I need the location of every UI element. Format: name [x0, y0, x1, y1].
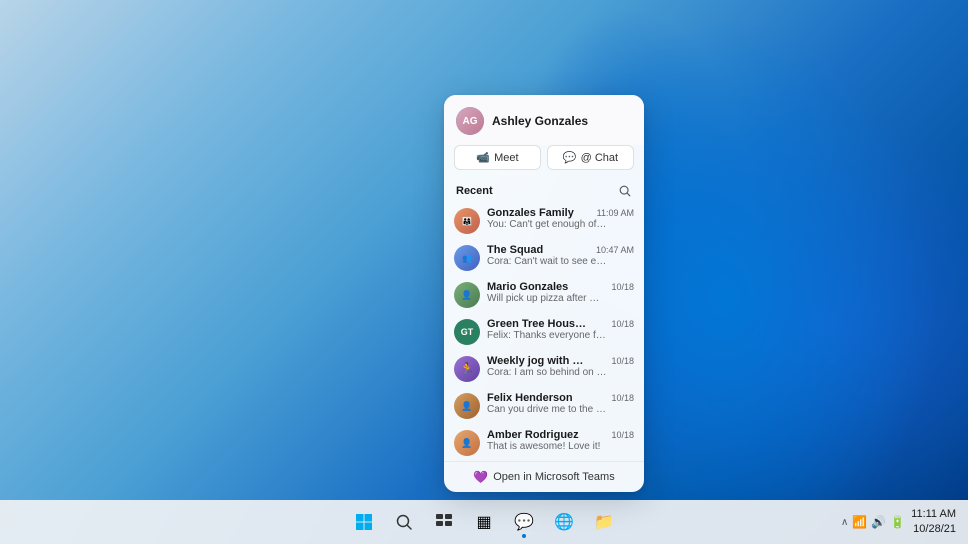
search-taskbar-button[interactable]	[386, 504, 422, 540]
meet-icon: 📹	[476, 151, 490, 164]
recent-section-header: Recent	[444, 180, 644, 202]
contact-list: 👨‍👩‍👧 Gonzales Family 11:09 AM You: Can'…	[444, 202, 644, 461]
battery-icon[interactable]: 🔋	[890, 515, 905, 529]
taskbar-center: ▦ 💬 🌐 📁	[346, 504, 622, 540]
search-taskbar-icon	[395, 513, 413, 531]
chat-icon: 💬	[563, 151, 577, 164]
avatar: GT	[454, 319, 480, 345]
meet-button[interactable]: 📹 Meet	[454, 145, 541, 170]
chevron-icon[interactable]: ∧	[841, 517, 848, 528]
contact-info: Green Tree House PTA 10/18 Felix: Thanks…	[487, 318, 634, 341]
taskbar-right: ∧ 📶 🔊 🔋 11:11 AM 10/28/21	[841, 507, 956, 538]
windows-start-button[interactable]	[346, 504, 382, 540]
chat-taskbar-button[interactable]: 💬	[506, 504, 542, 540]
search-icon[interactable]	[618, 184, 632, 198]
avatar: 🏃	[454, 356, 480, 382]
avatar: 👤	[454, 430, 480, 456]
chat-panel: AG Ashley Gonzales 📹 Meet 💬 @ Chat Recen…	[444, 95, 644, 492]
teams-icon: 💜	[473, 470, 488, 484]
contact-info: Weekly jog with Cora 10/18 Cora: I am so…	[487, 355, 634, 378]
list-item[interactable]: 👨‍👩‍👧 Gonzales Family 11:09 AM You: Can'…	[444, 202, 644, 239]
system-tray: ∧ 📶 🔊 🔋	[841, 515, 905, 529]
avatar: 👥	[454, 245, 480, 271]
desktop: AG Ashley Gonzales 📹 Meet 💬 @ Chat Recen…	[0, 0, 968, 544]
active-indicator	[522, 534, 526, 538]
action-buttons: 📹 Meet 💬 @ Chat	[444, 145, 644, 180]
windows-icon	[355, 513, 373, 531]
list-item[interactable]: 👤 Felix Henderson 10/18 Can you drive me…	[444, 387, 644, 424]
wifi-icon[interactable]: 📶	[852, 515, 867, 529]
footer-label: Open in Microsoft Teams	[493, 471, 614, 483]
avatar: 👤	[454, 393, 480, 419]
widgets-button[interactable]: ▦	[466, 504, 502, 540]
file-explorer-button[interactable]: 📁	[586, 504, 622, 540]
list-item[interactable]: GT Green Tree House PTA 10/18 Felix: Tha…	[444, 313, 644, 350]
contact-info: Gonzales Family 11:09 AM You: Can't get …	[487, 207, 634, 230]
task-view-button[interactable]	[426, 504, 462, 540]
clock[interactable]: 11:11 AM 10/28/21	[911, 507, 956, 538]
task-view-icon	[435, 513, 453, 531]
avatar: 👨‍👩‍👧	[454, 208, 480, 234]
date-display: 10/28/21	[911, 522, 956, 537]
time-display: 11:11 AM	[911, 507, 956, 522]
avatar: 👤	[454, 282, 480, 308]
contact-info: Mario Gonzales 10/18 Will pick up pizza …	[487, 281, 634, 304]
list-item[interactable]: 👤 Mario Gonzales 10/18 Will pick up pizz…	[444, 276, 644, 313]
user-name: Ashley Gonzales	[492, 114, 588, 128]
volume-icon[interactable]: 🔊	[871, 515, 886, 529]
contact-info: Amber Rodriguez 10/18 That is awesome! L…	[487, 429, 634, 452]
user-avatar: AG	[456, 107, 484, 135]
list-item[interactable]: 🏃 Weekly jog with Cora 10/18 Cora: I am …	[444, 350, 644, 387]
chat-button[interactable]: 💬 @ Chat	[547, 145, 634, 170]
list-item[interactable]: 👥 The Squad 10:47 AM Cora: Can't wait to…	[444, 239, 644, 276]
edge-button[interactable]: 🌐	[546, 504, 582, 540]
contact-info: The Squad 10:47 AM Cora: Can't wait to s…	[487, 244, 634, 267]
list-item[interactable]: 👤 Amber Rodriguez 10/18 That is awesome!…	[444, 424, 644, 461]
taskbar: ▦ 💬 🌐 📁 ∧ 📶 🔊 🔋 11:11 AM 10/28/21	[0, 500, 968, 544]
open-teams-button[interactable]: 💜 Open in Microsoft Teams	[444, 461, 644, 492]
panel-header: AG Ashley Gonzales	[444, 95, 644, 145]
contact-info: Felix Henderson 10/18 Can you drive me t…	[487, 392, 634, 415]
